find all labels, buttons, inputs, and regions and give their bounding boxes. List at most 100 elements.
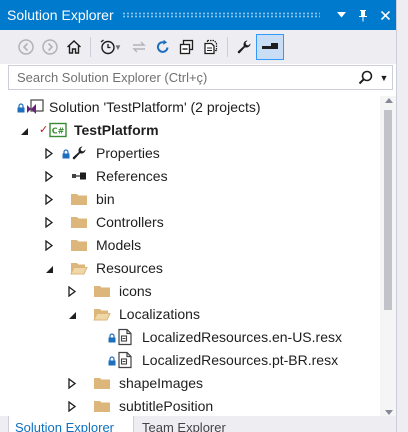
scroll-up-arrow-icon[interactable] bbox=[385, 98, 393, 103]
close-button[interactable] bbox=[374, 0, 396, 30]
tree-item-controllers[interactable]: Controllers bbox=[0, 211, 380, 234]
window-position-button[interactable] bbox=[330, 0, 352, 30]
collapsed-arrow-icon[interactable] bbox=[43, 216, 55, 228]
lock-icon bbox=[108, 356, 116, 366]
tree-item-shapeimages[interactable]: shapeImages bbox=[0, 372, 380, 395]
tree-item-label: Resources bbox=[96, 260, 163, 276]
collapsed-arrow-icon[interactable] bbox=[66, 400, 78, 412]
csharp-project-icon: C# bbox=[49, 121, 67, 139]
tree-item-resx-en-us[interactable]: LocalizedResources.en-US.resx bbox=[0, 326, 380, 349]
lock-icon bbox=[108, 333, 116, 343]
toolbar: ▼ bbox=[0, 30, 396, 64]
references-icon bbox=[70, 167, 88, 185]
collapsed-arrow-icon[interactable] bbox=[43, 147, 55, 159]
wrench-icon bbox=[70, 144, 88, 162]
preview-icon bbox=[262, 43, 278, 49]
forward-button[interactable] bbox=[38, 34, 62, 60]
window-title: Solution Explorer bbox=[7, 7, 114, 23]
folder-icon bbox=[93, 374, 111, 392]
tree-item-label: bin bbox=[96, 191, 115, 207]
search-icon bbox=[358, 70, 372, 85]
title-bar[interactable]: Solution Explorer bbox=[0, 0, 396, 30]
tree-item-icons[interactable]: icons bbox=[0, 280, 380, 303]
pending-changes-filter-button[interactable]: ▼ bbox=[95, 34, 127, 60]
tree-item-label: Models bbox=[96, 237, 142, 253]
tree-item-label: Controllers bbox=[96, 214, 164, 230]
wrench-icon bbox=[237, 40, 251, 54]
tree-item-label: TestPlatform bbox=[74, 122, 159, 138]
refresh-button[interactable] bbox=[151, 34, 175, 60]
search-input[interactable] bbox=[9, 66, 354, 89]
search-box: ▼ bbox=[8, 65, 393, 90]
svg-text:C#: C# bbox=[52, 127, 65, 136]
tree-item-resx-pt-br[interactable]: LocalizedResources.pt-BR.resx bbox=[0, 349, 380, 372]
expanded-arrow-icon[interactable] bbox=[43, 263, 55, 275]
home-icon bbox=[67, 40, 81, 54]
collapsed-arrow-icon[interactable] bbox=[43, 193, 55, 205]
back-button[interactable] bbox=[14, 34, 38, 60]
close-icon bbox=[380, 10, 390, 20]
refresh-icon bbox=[156, 39, 169, 53]
show-all-files-icon bbox=[204, 39, 218, 55]
tree-item-label: Solution 'TestPlatform' (2 projects) bbox=[49, 99, 261, 115]
preview-selected-items-button[interactable] bbox=[256, 34, 284, 60]
open-folder-icon bbox=[70, 259, 88, 277]
toolbar-separator bbox=[90, 37, 91, 57]
collapse-all-icon bbox=[179, 39, 194, 55]
bottom-tab-strip: Solution Explorer Team Explorer bbox=[0, 416, 396, 432]
expanded-arrow-icon[interactable] bbox=[66, 309, 78, 321]
tree-item-label: icons bbox=[119, 283, 152, 299]
tree-item-label: Properties bbox=[96, 145, 160, 161]
tree-item-label: LocalizedResources.pt-BR.resx bbox=[142, 352, 339, 368]
chevron-down-icon: ▼ bbox=[379, 72, 389, 83]
back-icon bbox=[18, 39, 34, 55]
resx-file-icon bbox=[116, 351, 134, 369]
tree-item-label: References bbox=[96, 168, 168, 184]
sync-icon bbox=[132, 41, 146, 53]
tree-item-references[interactable]: References bbox=[0, 165, 380, 188]
folder-icon bbox=[70, 236, 88, 254]
chevron-down-icon: ▼ bbox=[114, 42, 122, 52]
search-button[interactable] bbox=[354, 66, 376, 89]
folder-icon bbox=[93, 282, 111, 300]
title-grip[interactable] bbox=[121, 12, 320, 18]
tab-team-explorer[interactable]: Team Explorer bbox=[136, 416, 266, 432]
tree-item-localizations[interactable]: Localizations bbox=[0, 303, 380, 326]
lock-icon bbox=[17, 103, 25, 113]
visual-studio-solution-icon bbox=[26, 98, 44, 116]
collapsed-arrow-icon[interactable] bbox=[66, 377, 78, 389]
sync-with-active-document-button[interactable] bbox=[127, 34, 151, 60]
checkmark-icon: ✓ bbox=[39, 124, 49, 136]
tree-item-bin[interactable]: bin bbox=[0, 188, 380, 211]
folder-icon bbox=[70, 190, 88, 208]
collapsed-arrow-icon[interactable] bbox=[43, 170, 55, 182]
collapsed-arrow-icon[interactable] bbox=[66, 285, 78, 297]
tree-item-label: shapeImages bbox=[119, 375, 204, 391]
pin-icon bbox=[359, 9, 367, 21]
tree-item-label: subtitlePosition bbox=[119, 398, 214, 414]
folder-icon bbox=[93, 397, 111, 415]
tree-item-models[interactable]: Models bbox=[0, 234, 380, 257]
search-options-dropdown[interactable]: ▼ bbox=[376, 66, 392, 89]
properties-button[interactable] bbox=[232, 34, 256, 60]
show-all-files-button[interactable] bbox=[199, 34, 223, 60]
tree-item-subtitleposition[interactable]: subtitlePosition bbox=[0, 395, 380, 416]
resx-file-icon bbox=[116, 328, 134, 346]
dropdown-arrow-icon bbox=[336, 12, 346, 18]
solution-tree: Solution 'TestPlatform' (2 projects) ✓ C… bbox=[0, 96, 380, 416]
scroll-down-arrow-icon[interactable] bbox=[385, 410, 393, 415]
forward-icon bbox=[42, 39, 58, 55]
tree-item-solution[interactable]: Solution 'TestPlatform' (2 projects) bbox=[0, 96, 380, 119]
toolbar-separator bbox=[227, 37, 228, 57]
tree-item-label: Localizations bbox=[119, 306, 200, 322]
tree-item-resources[interactable]: Resources bbox=[0, 257, 380, 280]
scrollbar-thumb[interactable] bbox=[384, 110, 392, 310]
tab-solution-explorer[interactable]: Solution Explorer bbox=[8, 416, 134, 432]
tree-item-properties[interactable]: Properties bbox=[0, 142, 380, 165]
home-button[interactable] bbox=[62, 34, 86, 60]
collapse-all-button[interactable] bbox=[175, 34, 199, 60]
tree-item-project[interactable]: ✓ C# TestPlatform bbox=[0, 119, 380, 142]
collapsed-arrow-icon[interactable] bbox=[43, 239, 55, 251]
expanded-arrow-icon[interactable] bbox=[18, 125, 30, 137]
auto-hide-button[interactable] bbox=[352, 0, 374, 30]
